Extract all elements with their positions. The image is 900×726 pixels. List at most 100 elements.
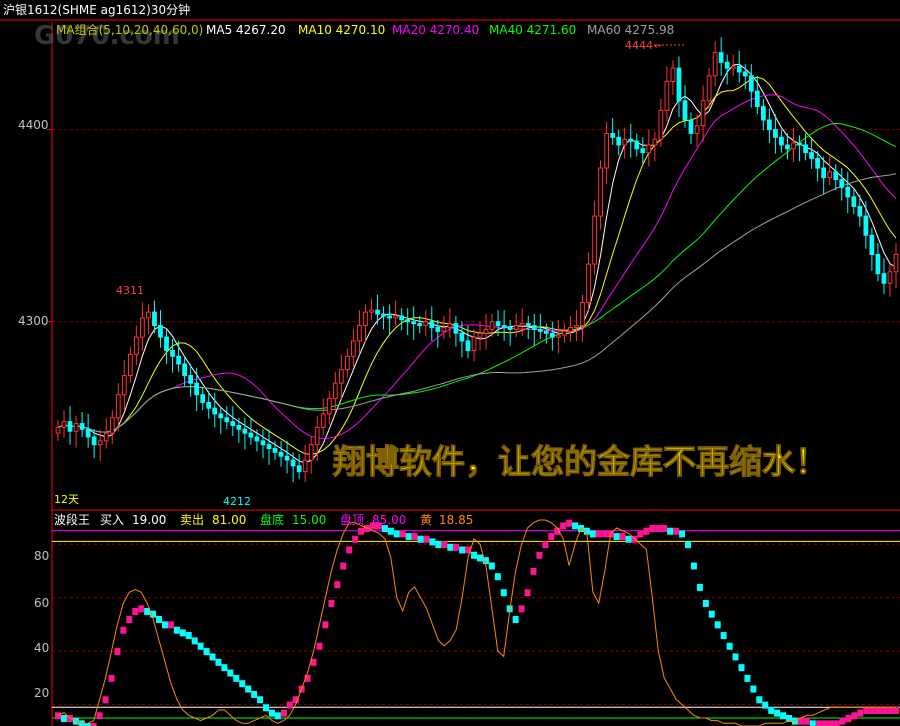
candle <box>411 321 417 325</box>
ma-legend-item: MA60 4275.98 <box>587 23 674 37</box>
candle <box>79 423 85 430</box>
candle <box>785 144 790 150</box>
candle <box>146 311 151 319</box>
param-label: 黄 <box>420 513 432 527</box>
candle <box>127 353 133 377</box>
candle <box>887 271 893 284</box>
osc-bar <box>328 599 335 607</box>
osc-bar <box>845 714 852 722</box>
osc-bar <box>613 533 620 541</box>
candle <box>393 315 398 319</box>
osc-bar <box>476 554 483 562</box>
candle <box>230 421 236 426</box>
osc-bar <box>132 607 139 615</box>
osc-bar <box>257 696 264 704</box>
candle <box>417 323 423 327</box>
osc-bar <box>684 541 691 549</box>
candle <box>260 440 266 446</box>
osc-bar <box>263 704 270 712</box>
candle <box>345 355 350 371</box>
osc-bar <box>589 530 596 538</box>
candle <box>773 129 778 138</box>
candle <box>543 330 549 334</box>
osc-bar <box>209 653 216 661</box>
sub-y-tick-80: 80 <box>34 549 49 563</box>
osc-bar <box>340 562 347 570</box>
osc-bar <box>774 709 781 717</box>
candle <box>797 142 802 146</box>
osc-bar <box>756 696 763 704</box>
period-label: 12天 <box>54 493 79 506</box>
candle <box>513 325 519 330</box>
ma-legend-item: MA5 4267.20 <box>206 23 286 37</box>
osc-bar <box>690 562 697 570</box>
candle <box>736 65 742 73</box>
indicator-name: 波段王 <box>54 512 90 527</box>
osc-bar <box>500 589 507 597</box>
candle <box>562 330 567 336</box>
osc-bar <box>542 541 549 549</box>
osc-bar <box>435 541 442 549</box>
candle <box>320 413 326 428</box>
candle <box>815 157 820 169</box>
osc-bar <box>803 717 810 725</box>
osc-bar <box>399 530 406 538</box>
candle <box>742 71 748 77</box>
candle <box>652 138 658 146</box>
candle <box>332 382 338 400</box>
osc-bar <box>114 648 121 656</box>
osc-bar <box>274 712 281 720</box>
candle <box>754 90 760 108</box>
param-value: 85.00 <box>372 513 406 527</box>
candle <box>326 398 332 415</box>
candle <box>640 148 646 154</box>
osc-bar <box>322 621 329 629</box>
osc-bar <box>488 562 495 570</box>
candle <box>152 311 157 327</box>
candle <box>176 355 181 365</box>
osc-bar <box>60 714 67 722</box>
osc-bar <box>358 527 365 535</box>
candle <box>170 350 175 357</box>
candle <box>338 369 344 384</box>
candle <box>748 75 754 92</box>
candle <box>405 319 411 323</box>
candle <box>381 313 386 317</box>
osc-bar <box>161 621 168 629</box>
osc-bar <box>809 720 816 726</box>
osc-bar <box>881 706 888 714</box>
osc-bar <box>494 573 501 581</box>
osc-bar <box>167 621 174 629</box>
param-label: 卖出 <box>180 513 204 527</box>
candle <box>429 321 435 328</box>
candle <box>839 179 845 188</box>
candle <box>248 432 254 438</box>
sub-y-tick-60: 60 <box>34 596 49 610</box>
param-label: 买入 <box>100 513 124 527</box>
candle <box>242 428 248 434</box>
osc-bar <box>601 530 608 538</box>
chart-canvas[interactable]: 沪银1612(SHME ag1612)30分钟 G070.com MA组合(5,… <box>0 0 900 726</box>
candle <box>272 448 278 453</box>
candle <box>760 106 766 121</box>
osc-bar <box>102 696 109 704</box>
osc-bar <box>518 605 525 613</box>
param-value: 18.85 <box>439 513 473 527</box>
osc-bar <box>453 543 460 551</box>
param-value: 15.00 <box>292 513 326 527</box>
candle <box>97 440 103 446</box>
ma40-line <box>57 122 897 433</box>
candle <box>164 336 169 352</box>
candle <box>206 401 212 409</box>
osc-bar <box>750 685 757 693</box>
osc-bar <box>649 525 656 533</box>
indicator-params: 买入 19.00 卖出 81.00 盘底 15.00 盘顶 85.00 黄 18.85 <box>100 512 473 527</box>
osc-bar <box>625 535 632 543</box>
candle <box>634 140 640 150</box>
candle <box>290 459 296 467</box>
candle <box>869 234 875 255</box>
candle <box>556 334 561 338</box>
y-tick-4300: 4300 <box>18 314 49 328</box>
candle <box>658 109 664 140</box>
osc-bar <box>233 674 240 682</box>
